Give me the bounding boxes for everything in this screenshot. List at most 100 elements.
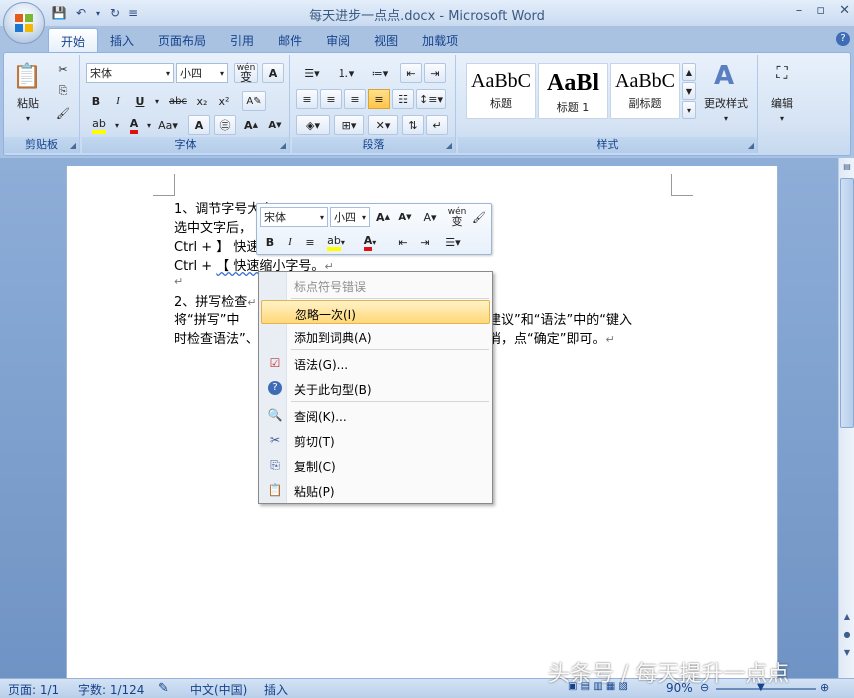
align-center-button[interactable]: ≡ bbox=[320, 89, 342, 109]
help-icon[interactable]: ? bbox=[836, 32, 850, 46]
align-left-button[interactable]: ≡ bbox=[296, 89, 318, 109]
menu-item-research[interactable]: 🔍 查阅(K)... bbox=[261, 403, 490, 427]
mini-decrease-indent-button[interactable]: ⇤ bbox=[393, 232, 413, 252]
mini-bullets-button[interactable]: ☰▾ bbox=[437, 232, 469, 252]
editing-dropdown-icon[interactable]: ▾ bbox=[776, 113, 788, 123]
justify-button[interactable]: ≡ bbox=[368, 89, 390, 109]
style-subtitle[interactable]: AaBbC 副标题 bbox=[610, 63, 680, 119]
doc-line[interactable]: 将“拼写”中 bbox=[174, 309, 239, 328]
line-spacing-button[interactable]: ↕≡▾ bbox=[416, 89, 446, 109]
font-name-combo[interactable]: 宋体 ▾ bbox=[86, 63, 174, 83]
change-styles-dropdown-icon[interactable]: ▾ bbox=[720, 113, 732, 123]
styles-launcher-icon[interactable]: ◢ bbox=[748, 141, 754, 150]
previous-page-icon[interactable]: ▲ bbox=[840, 610, 854, 624]
paste-dropdown-icon[interactable]: ▾ bbox=[22, 113, 34, 123]
doc-line[interactable]: Ctrl + 】 快速 bbox=[174, 236, 259, 255]
tab-home[interactable]: 开始 bbox=[48, 28, 99, 52]
increase-indent-button[interactable]: ⇥ bbox=[424, 63, 446, 83]
font-color-dropdown-icon[interactable]: ▾ bbox=[144, 115, 154, 135]
mini-italic-button[interactable]: I bbox=[281, 232, 299, 252]
shrink-font-button[interactable]: A ▼ bbox=[264, 115, 286, 135]
mini-styles-button[interactable]: A▾ bbox=[417, 207, 443, 227]
paste-button[interactable]: 粘贴 bbox=[10, 95, 46, 111]
change-case-button[interactable]: Aa▾ bbox=[156, 115, 180, 135]
scrollbar-thumb[interactable] bbox=[840, 178, 854, 428]
align-right-button[interactable]: ≡ bbox=[344, 89, 366, 109]
mini-format-painter-icon[interactable]: 🖌 bbox=[469, 207, 489, 227]
vertical-scrollbar[interactable]: ▤ ▲ ● ▼ bbox=[838, 158, 854, 678]
paragraph-launcher-icon[interactable]: ◢ bbox=[446, 141, 452, 150]
change-styles-button[interactable]: 更改样式 bbox=[698, 95, 754, 111]
superscript-button[interactable]: x² bbox=[214, 91, 234, 111]
doc-line[interactable]: 消，点“确定”即可。↵ bbox=[488, 328, 615, 347]
font-launcher-icon[interactable]: ◢ bbox=[280, 141, 286, 150]
format-painter-icon[interactable]: 🖌 bbox=[52, 103, 74, 123]
tab-references[interactable]: 引用 bbox=[218, 28, 266, 52]
multilevel-list-button[interactable]: ≔▾ bbox=[364, 63, 396, 83]
doc-line[interactable]: 建议”和“语法”中的“键入 bbox=[488, 309, 632, 328]
mini-font-color-button[interactable]: A ▾ bbox=[355, 232, 385, 252]
mini-font-name-combo[interactable]: 宋体 ▾ bbox=[260, 207, 328, 227]
styles-scroll-down-icon[interactable]: ▼ bbox=[682, 82, 696, 100]
zoom-in-icon[interactable]: ⊕ bbox=[820, 681, 829, 694]
bullets-button[interactable]: ☰▾ bbox=[296, 63, 328, 83]
mini-phonetic-button[interactable]: wén 变 bbox=[447, 207, 467, 228]
mini-shrink-font-button[interactable]: A ▼ bbox=[395, 207, 415, 227]
phonetic-guide-button[interactable]: wén 变 bbox=[234, 63, 258, 83]
doc-line[interactable]: 2、拼写检查↵ bbox=[174, 291, 257, 310]
underline-dropdown-icon[interactable]: ▾ bbox=[152, 91, 162, 111]
mini-center-button[interactable]: ≡ bbox=[301, 232, 319, 252]
zoom-slider[interactable] bbox=[716, 688, 816, 690]
mini-increase-indent-button[interactable]: ⇥ bbox=[415, 232, 435, 252]
close-icon[interactable]: ✕ bbox=[839, 3, 850, 18]
style-heading-1[interactable]: AaBl 标题 1 bbox=[538, 63, 608, 119]
mini-bold-button[interactable]: B bbox=[261, 232, 279, 252]
menu-item-grammar[interactable]: ☑ 语法(G)... bbox=[261, 351, 490, 375]
tab-review[interactable]: 审阅 bbox=[314, 28, 362, 52]
ruler-toggle-icon[interactable]: ▤ bbox=[840, 160, 854, 174]
subscript-button[interactable]: x₂ bbox=[192, 91, 212, 111]
distributed-button[interactable]: ☷ bbox=[392, 89, 414, 109]
underline-button[interactable]: U bbox=[130, 91, 150, 111]
highlight-button[interactable]: ab bbox=[86, 115, 112, 135]
status-word-count[interactable]: 字数: 1/124 bbox=[78, 681, 144, 698]
binoculars-icon[interactable]: ⛶ bbox=[768, 61, 796, 85]
mini-grow-font-button[interactable]: A ▲ bbox=[373, 207, 393, 227]
change-styles-icon[interactable]: A bbox=[706, 61, 742, 91]
styles-more-icon[interactable]: ▾ bbox=[682, 101, 696, 119]
decrease-indent-button[interactable]: ⇤ bbox=[400, 63, 422, 83]
style-title[interactable]: AaBbC 标题 bbox=[466, 63, 536, 119]
tab-view[interactable]: 视图 bbox=[362, 28, 410, 52]
menu-item-paste[interactable]: 📋 粘贴(P) bbox=[261, 478, 490, 502]
styles-scroll-up-icon[interactable]: ▲ bbox=[682, 63, 696, 81]
char-border-button[interactable]: A bbox=[262, 63, 284, 83]
doc-line[interactable]: ↵ bbox=[174, 274, 183, 289]
tab-addins[interactable]: 加载项 bbox=[410, 28, 470, 52]
tab-mailings[interactable]: 邮件 bbox=[266, 28, 314, 52]
font-color-button[interactable]: A bbox=[124, 115, 144, 135]
status-language[interactable]: 中文(中国) bbox=[190, 681, 247, 698]
clear-formatting-button[interactable]: A✎ bbox=[242, 91, 266, 111]
borders-button[interactable]: ⊞▾ bbox=[334, 115, 364, 135]
shading-button[interactable]: ◈▾ bbox=[296, 115, 330, 135]
enclose-char-button[interactable]: ㊂ bbox=[214, 115, 236, 135]
grow-font-button[interactable]: A ▲ bbox=[240, 115, 262, 135]
highlight-dropdown-icon[interactable]: ▾ bbox=[112, 115, 122, 135]
bold-button[interactable]: B bbox=[86, 91, 106, 111]
copy-icon[interactable]: ⎘ bbox=[52, 81, 74, 101]
office-button[interactable] bbox=[3, 2, 45, 44]
cut-icon[interactable]: ✂ bbox=[52, 59, 74, 79]
menu-item-copy[interactable]: ⎘ 复制(C) bbox=[261, 453, 490, 477]
editing-button[interactable]: 编辑 bbox=[764, 95, 800, 111]
menu-item-add-to-dictionary[interactable]: 添加到词典(A) bbox=[261, 324, 490, 348]
clipboard-launcher-icon[interactable]: ◢ bbox=[70, 141, 76, 150]
menu-item-about-sentence[interactable]: ? 关于此句型(B) bbox=[261, 376, 490, 400]
strikethrough-button[interactable]: abc bbox=[166, 91, 190, 111]
font-size-combo[interactable]: 小四 ▾ bbox=[176, 63, 228, 83]
tab-insert[interactable]: 插入 bbox=[98, 28, 146, 52]
italic-button[interactable]: I bbox=[108, 91, 128, 111]
doc-line[interactable]: 时检查语法”、 bbox=[174, 328, 259, 347]
show-marks-button[interactable]: ↵ bbox=[426, 115, 448, 135]
status-page[interactable]: 页面: 1/1 bbox=[8, 681, 59, 698]
mini-font-size-combo[interactable]: 小四 ▾ bbox=[330, 207, 370, 227]
